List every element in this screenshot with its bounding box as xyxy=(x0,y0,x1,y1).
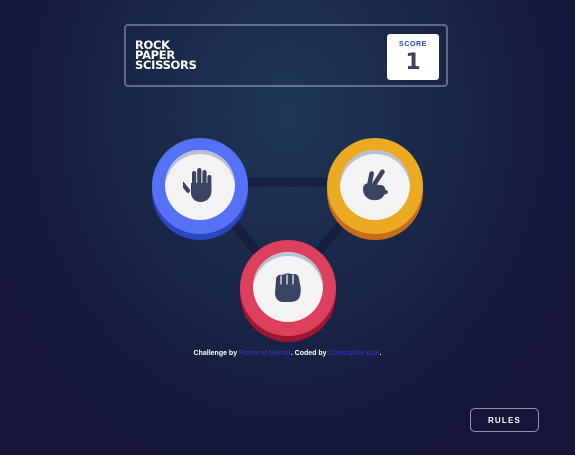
paper-token-face xyxy=(165,150,235,220)
scissors-token-face xyxy=(340,150,410,220)
rock-token[interactable] xyxy=(240,240,336,336)
scissors-token[interactable] xyxy=(327,138,423,234)
attribution-prefix: Challenge by xyxy=(193,350,240,357)
game-board xyxy=(0,0,575,455)
rules-button[interactable]: RULES xyxy=(470,408,539,432)
rock-fist-icon xyxy=(275,273,301,302)
triangle-connector xyxy=(195,177,380,295)
rock-token-face xyxy=(253,252,323,322)
attribution-middle: . Coded by xyxy=(290,350,329,357)
scissors-hand-icon xyxy=(363,169,388,201)
attribution: Challenge by Frontend Mentor. Coded by C… xyxy=(0,350,575,357)
challenge-link[interactable]: Frontend Mentor xyxy=(239,350,291,357)
paper-hand-icon xyxy=(183,168,212,202)
attribution-suffix: . xyxy=(379,350,382,357)
paper-token[interactable] xyxy=(152,138,248,234)
coder-link[interactable]: Christopher Doe xyxy=(329,350,380,357)
